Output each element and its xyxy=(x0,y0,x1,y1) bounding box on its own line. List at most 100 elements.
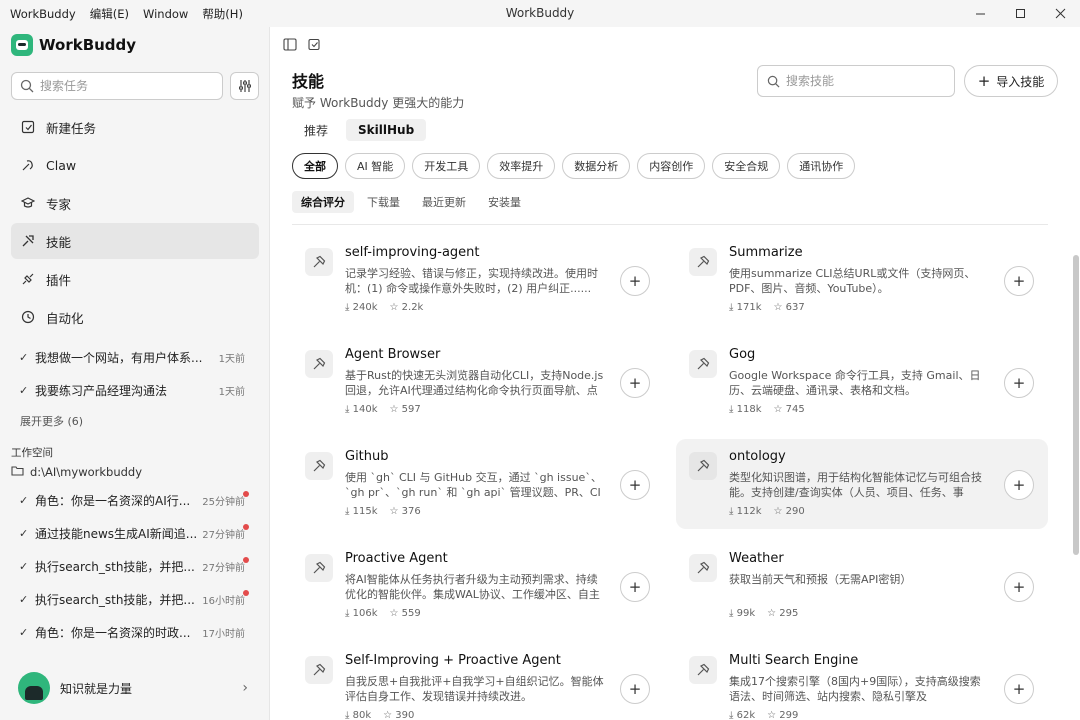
nav-plugins[interactable]: 插件 xyxy=(11,261,259,297)
folder-icon xyxy=(11,465,24,479)
nav-label: 插件 xyxy=(46,272,72,288)
skill-hammer-icon xyxy=(689,554,717,582)
task-item[interactable]: ✓ 通过技能news生成AI新闻追... 27分钟前 xyxy=(11,517,259,550)
sort-recent[interactable]: 最近更新 xyxy=(413,191,475,213)
skill-name: ontology xyxy=(729,449,786,464)
task-item[interactable]: ✓ 我想做一个网站，有用户体系... 1天前 xyxy=(11,341,259,374)
nav-claw[interactable]: Claw xyxy=(11,147,259,183)
nav-label: 自动化 xyxy=(46,310,84,326)
category-content[interactable]: 内容创作 xyxy=(637,153,706,179)
star-count: ☆ 745 xyxy=(774,404,805,415)
task-title: 执行search_sth技能，并把... xyxy=(35,593,195,607)
add-skill-button[interactable]: + xyxy=(620,368,650,398)
download-value: 171k xyxy=(736,302,762,313)
add-skill-button[interactable]: + xyxy=(620,470,650,500)
task-search-input[interactable] xyxy=(40,79,210,93)
menu-item[interactable]: Window xyxy=(143,7,188,21)
skill-hammer-icon xyxy=(305,452,333,480)
search-icon xyxy=(20,79,34,93)
workspace-path[interactable]: d:\AI\myworkbuddy xyxy=(11,465,142,479)
task-time: 27分钟前 xyxy=(202,530,245,541)
toggle-sidebar-button[interactable] xyxy=(280,36,300,52)
nav-expert[interactable]: 专家 xyxy=(11,185,259,221)
skill-search-box[interactable] xyxy=(757,65,955,97)
skill-card[interactable]: Proactive Agent 将AI智能体从任务执行者升级为主动预判需求、持续优… xyxy=(292,541,664,631)
download-icon: ⤓ xyxy=(345,710,353,720)
task-item[interactable]: ✓ 角色：你是一名资深的AI行... 25分钟前 xyxy=(11,484,259,517)
add-skill-button[interactable]: + xyxy=(1004,368,1034,398)
skill-description: 自我反思+自我批评+自我学习+自组织记忆。智能体评估自身工作、发现错误并持续改进… xyxy=(345,675,604,703)
skill-card[interactable]: Summarize 使用summarize CLI总结URL或文件（支持网页、PD… xyxy=(676,235,1048,325)
category-data-analysis[interactable]: 数据分析 xyxy=(562,153,631,179)
expand-more-link[interactable]: 展开更多 (6) xyxy=(11,407,259,435)
task-time: 25分钟前 xyxy=(202,497,245,508)
sort-downloads[interactable]: 下载量 xyxy=(358,191,409,213)
tab-skillhub[interactable]: SkillHub xyxy=(346,119,427,141)
skill-card[interactable]: self-improving-agent 记录学习经验、错误与修正，实现持续改进。… xyxy=(292,235,664,325)
task-item[interactable]: ✓ 我要练习产品经理沟通法 1天前 xyxy=(11,374,259,407)
category-ai[interactable]: AI 智能 xyxy=(345,153,406,179)
sort-installs[interactable]: 安装量 xyxy=(479,191,530,213)
add-skill-button[interactable]: + xyxy=(1004,266,1034,296)
skill-card[interactable]: Agent Browser 基于Rust的快速无头浏览器自动化CLI，支持Node… xyxy=(292,337,664,427)
skill-name: Agent Browser xyxy=(345,347,441,362)
nav-skills[interactable]: 技能 xyxy=(11,223,259,259)
star-icon: ☆ xyxy=(767,710,780,720)
menu-item[interactable]: 帮助(H) xyxy=(202,6,243,22)
nav-automation[interactable]: 自动化 xyxy=(11,299,259,335)
skill-description: 记录学习经验、错误与修正，实现持续改进。使用时机：(1) 命令或操作意外失败时，… xyxy=(345,267,598,295)
sliders-icon xyxy=(238,80,251,92)
add-skill-button[interactable]: + xyxy=(1004,572,1034,602)
download-value: 240k xyxy=(352,302,378,313)
divider xyxy=(292,224,1048,225)
skill-card[interactable]: Multi Search Engine 集成17个搜索引擎（8国内+9国际），支持… xyxy=(676,643,1048,720)
check-icon: ✓ xyxy=(19,626,29,639)
menu-item[interactable]: WorkBuddy xyxy=(10,7,76,21)
category-all[interactable]: 全部 xyxy=(292,153,338,179)
skill-card[interactable]: ontology 类型化知识图谱，用于结构化智能体记忆与可组合技能。支持创建/查询… xyxy=(676,439,1048,529)
download-icon: ⤓ xyxy=(345,404,353,415)
add-skill-button[interactable]: + xyxy=(620,572,650,602)
nav-new-task[interactable]: 新建任务 xyxy=(11,109,259,145)
add-skill-button[interactable]: + xyxy=(1004,470,1034,500)
category-productivity[interactable]: 效率提升 xyxy=(487,153,556,179)
category-communication[interactable]: 通讯协作 xyxy=(787,153,856,179)
maximize-button[interactable] xyxy=(1000,0,1040,27)
skill-name: Gog xyxy=(729,347,756,362)
add-skill-button[interactable]: + xyxy=(620,674,650,704)
close-button[interactable] xyxy=(1040,0,1080,27)
skill-stats: ⤓ 106k ☆ 559 xyxy=(345,608,421,619)
add-skill-button[interactable]: + xyxy=(620,266,650,296)
skill-card[interactable]: Self-Improving + Proactive Agent 自我反思+自我批… xyxy=(292,643,664,720)
filter-button[interactable] xyxy=(230,72,259,100)
task-item[interactable]: ✓ 执行search_sth技能，并把... 27分钟前 xyxy=(11,550,259,583)
download-icon: ⤓ xyxy=(729,608,737,619)
sort-rating[interactable]: 综合评分 xyxy=(292,191,354,213)
star-icon: ☆ xyxy=(389,302,402,313)
scrollbar[interactable] xyxy=(1072,225,1080,720)
user-profile[interactable]: 知识就是力量 › xyxy=(18,672,254,704)
task-search-box[interactable] xyxy=(11,72,223,100)
import-skill-button[interactable]: + 导入技能 xyxy=(964,65,1058,97)
nav-label: 专家 xyxy=(46,196,72,212)
new-task-button[interactable] xyxy=(304,36,324,52)
star-count: ☆ 597 xyxy=(390,404,421,415)
category-security[interactable]: 安全合规 xyxy=(712,153,781,179)
skill-card[interactable]: Github 使用 `gh` CLI 与 GitHub 交互，通过 `gh iss… xyxy=(292,439,664,529)
add-skill-button[interactable]: + xyxy=(1004,674,1034,704)
category-dev-tools[interactable]: 开发工具 xyxy=(412,153,481,179)
scrollbar-thumb[interactable] xyxy=(1073,255,1079,555)
skill-search-input[interactable] xyxy=(786,74,946,88)
task-item[interactable]: ✓ 执行search_sth技能，并把... 16小时前 xyxy=(11,583,259,616)
workspace-path-label: d:\AI\myworkbuddy xyxy=(30,465,143,479)
download-value: 140k xyxy=(352,404,378,415)
tab-recommended[interactable]: 推荐 xyxy=(292,119,340,141)
skill-description: 使用summarize CLI总结URL或文件（支持网页、PDF、图片、音频、Y… xyxy=(729,267,976,295)
skill-card[interactable]: Weather 获取当前天气和预报（无需API密钥） ⤓ 99k ☆ 295 + xyxy=(676,541,1048,631)
menu-item[interactable]: 编辑(E) xyxy=(90,6,129,22)
task-item[interactable]: ✓ 角色：你是一名资深的时政... 17小时前 xyxy=(11,616,259,649)
skill-stats: ⤓ 118k ☆ 745 xyxy=(729,404,805,415)
skill-card[interactable]: Gog Google Workspace 命令行工具，支持 Gmail、日历、云端… xyxy=(676,337,1048,427)
brand[interactable]: WorkBuddy xyxy=(11,34,136,56)
minimize-button[interactable] xyxy=(960,0,1000,27)
